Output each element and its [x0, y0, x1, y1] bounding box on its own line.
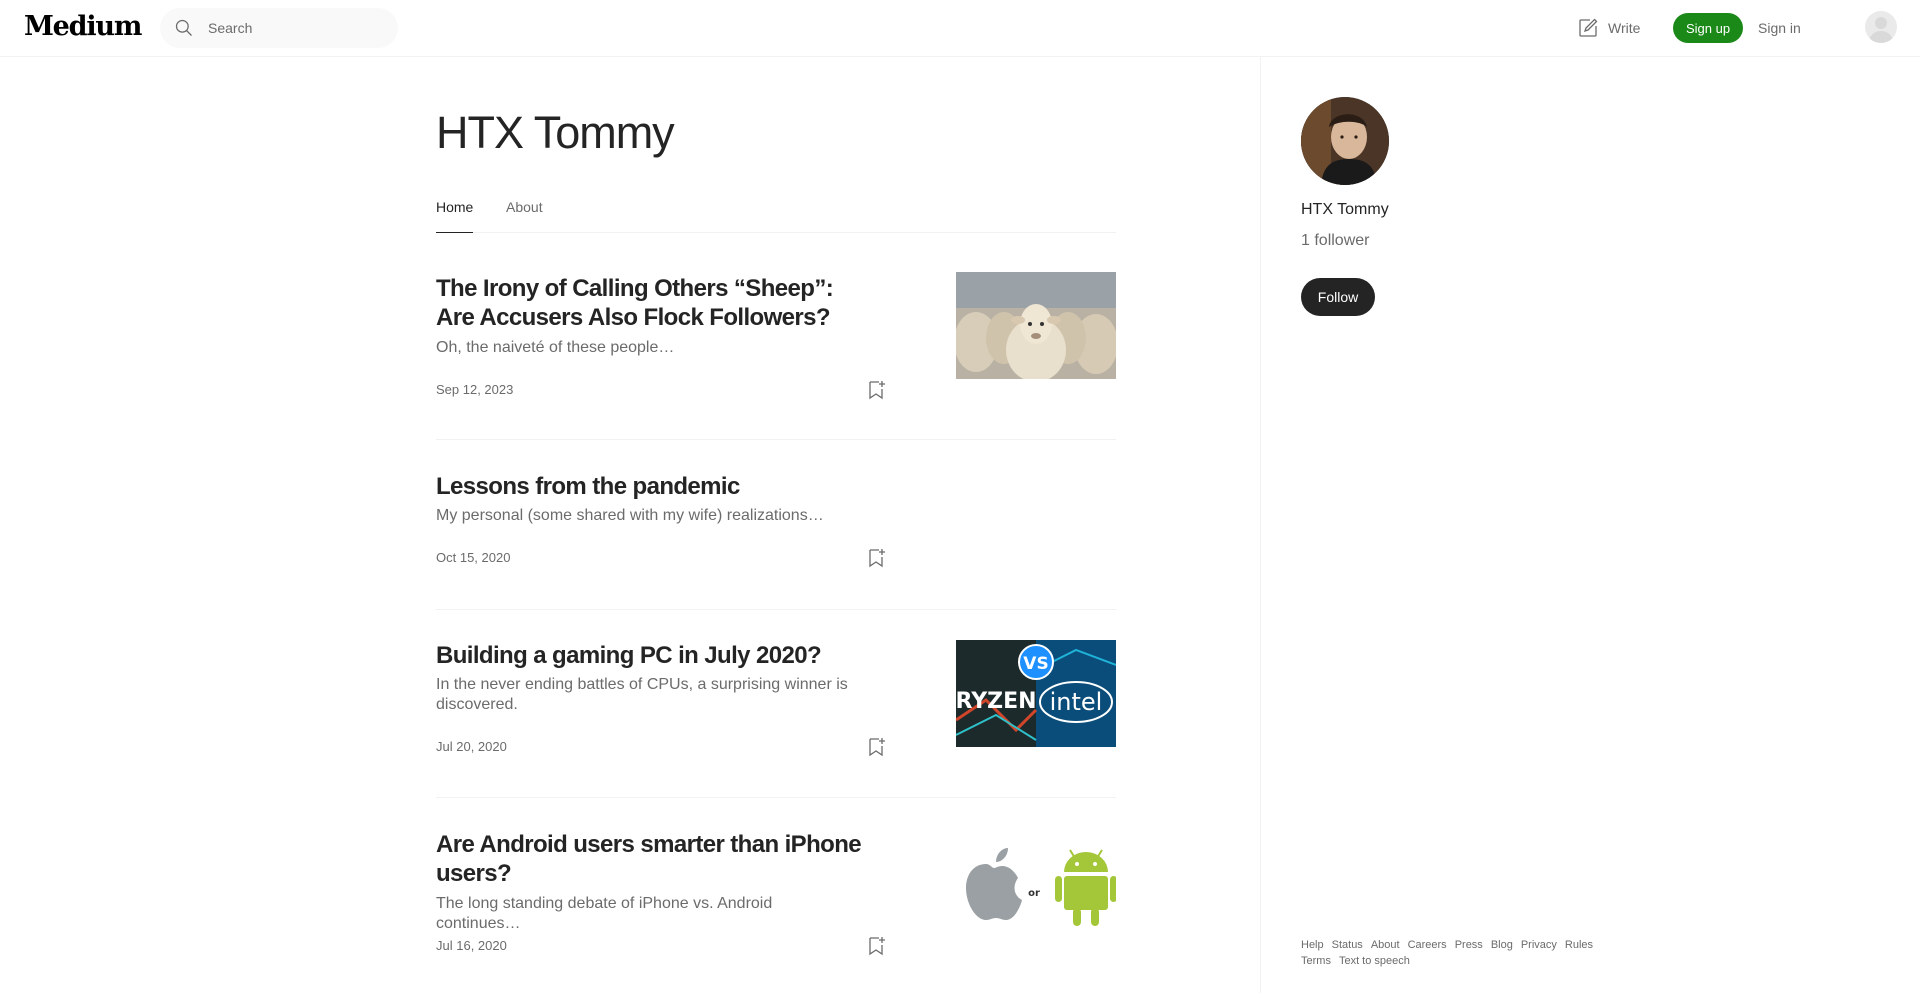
profile-photo	[1301, 97, 1389, 185]
post-title[interactable]: Building a gaming PC in July 2020?	[436, 641, 876, 670]
post-subtitle[interactable]: In the never ending battles of CPUs, a s…	[436, 675, 856, 715]
bookmark-add-icon[interactable]	[864, 378, 888, 402]
ryzen-label: RYZEN	[956, 689, 1037, 714]
post-item[interactable]: The Irony of Calling Others “Sheep”: Are…	[436, 272, 1116, 440]
sheep-image	[956, 272, 1116, 379]
top-navbar: Medium Search Write Sign up Sign in	[0, 0, 1920, 57]
post-date: Jul 16, 2020	[436, 938, 507, 953]
or-label: or	[1028, 888, 1040, 899]
signin-link[interactable]: Sign in	[1758, 20, 1801, 36]
page-title: HTX Tommy	[436, 107, 675, 158]
post-date: Oct 15, 2020	[436, 550, 511, 565]
post-title[interactable]: Are Android users smarter than iPhone us…	[436, 830, 876, 888]
post-title[interactable]: The Irony of Calling Others “Sheep”: Are…	[436, 274, 876, 332]
footer-links: Help Status About Careers Press Blog Privacy Ru…	[1301, 937, 1621, 969]
post-thumbnail-apple-or-android[interactable]: or	[956, 828, 1116, 935]
post-date: Jul 20, 2020	[436, 739, 507, 754]
post-item[interactable]: Building a gaming PC in July 2020? In th…	[436, 640, 1116, 798]
footer-link-text-to-speech[interactable]: Text to speech	[1339, 953, 1410, 969]
profile-avatar[interactable]	[1301, 97, 1389, 185]
post-title[interactable]: Lessons from the pandemic	[436, 472, 876, 501]
profile-tabs: Home About	[436, 199, 1116, 233]
bookmark-add-icon[interactable]	[864, 735, 888, 759]
post-item[interactable]: Are Android users smarter than iPhone us…	[436, 828, 1116, 990]
footer-link-terms[interactable]: Terms	[1301, 953, 1331, 969]
post-thumbnail-ryzen-vs-intel[interactable]: VS RYZEN intel	[956, 640, 1116, 747]
right-sidebar: HTX Tommy 1 follower Follow Help Status Ab…	[1260, 57, 1920, 993]
footer-link-careers[interactable]: Careers	[1408, 937, 1447, 953]
footer-link-blog[interactable]: Blog	[1491, 937, 1513, 953]
footer-link-press[interactable]: Press	[1455, 937, 1483, 953]
ryzen-vs-intel-image: VS RYZEN intel	[956, 640, 1116, 747]
profile-name[interactable]: HTX Tommy	[1301, 201, 1389, 219]
post-item[interactable]: Lessons from the pandemic My personal (s…	[436, 472, 1116, 610]
follower-count[interactable]: 1 follower	[1301, 232, 1369, 250]
vs-label: VS	[1023, 654, 1048, 674]
footer-link-privacy[interactable]: Privacy	[1521, 937, 1557, 953]
follow-button[interactable]: Follow	[1301, 278, 1375, 316]
search-input[interactable]: Search	[208, 20, 252, 36]
write-button[interactable]: Write	[1576, 16, 1640, 40]
bookmark-add-icon[interactable]	[864, 546, 888, 570]
footer-link-status[interactable]: Status	[1332, 937, 1363, 953]
post-subtitle[interactable]: The long standing debate of iPhone vs. A…	[436, 894, 856, 934]
footer-link-about[interactable]: About	[1371, 937, 1400, 953]
medium-logo[interactable]: Medium	[24, 11, 142, 42]
post-date: Sep 12, 2023	[436, 382, 514, 397]
signup-button[interactable]: Sign up	[1673, 13, 1743, 43]
user-silhouette-icon	[1869, 17, 1893, 43]
intel-label: intel	[1050, 688, 1103, 716]
user-avatar[interactable]	[1865, 11, 1897, 43]
post-subtitle[interactable]: Oh, the naiveté of these people…	[436, 338, 856, 358]
tab-about[interactable]: About	[506, 199, 543, 233]
apple-or-android-image: or	[956, 828, 1116, 935]
search-box[interactable]: Search	[160, 8, 398, 48]
tab-home[interactable]: Home	[436, 199, 474, 233]
footer-link-help[interactable]: Help	[1301, 937, 1324, 953]
footer-link-rules[interactable]: Rules	[1565, 937, 1593, 953]
write-label: Write	[1608, 20, 1641, 36]
search-icon	[175, 19, 192, 36]
post-thumbnail-sheep[interactable]	[956, 272, 1116, 379]
write-icon	[1579, 18, 1598, 37]
post-subtitle[interactable]: My personal (some shared with my wife) r…	[436, 506, 856, 526]
bookmark-add-icon[interactable]	[864, 934, 888, 958]
